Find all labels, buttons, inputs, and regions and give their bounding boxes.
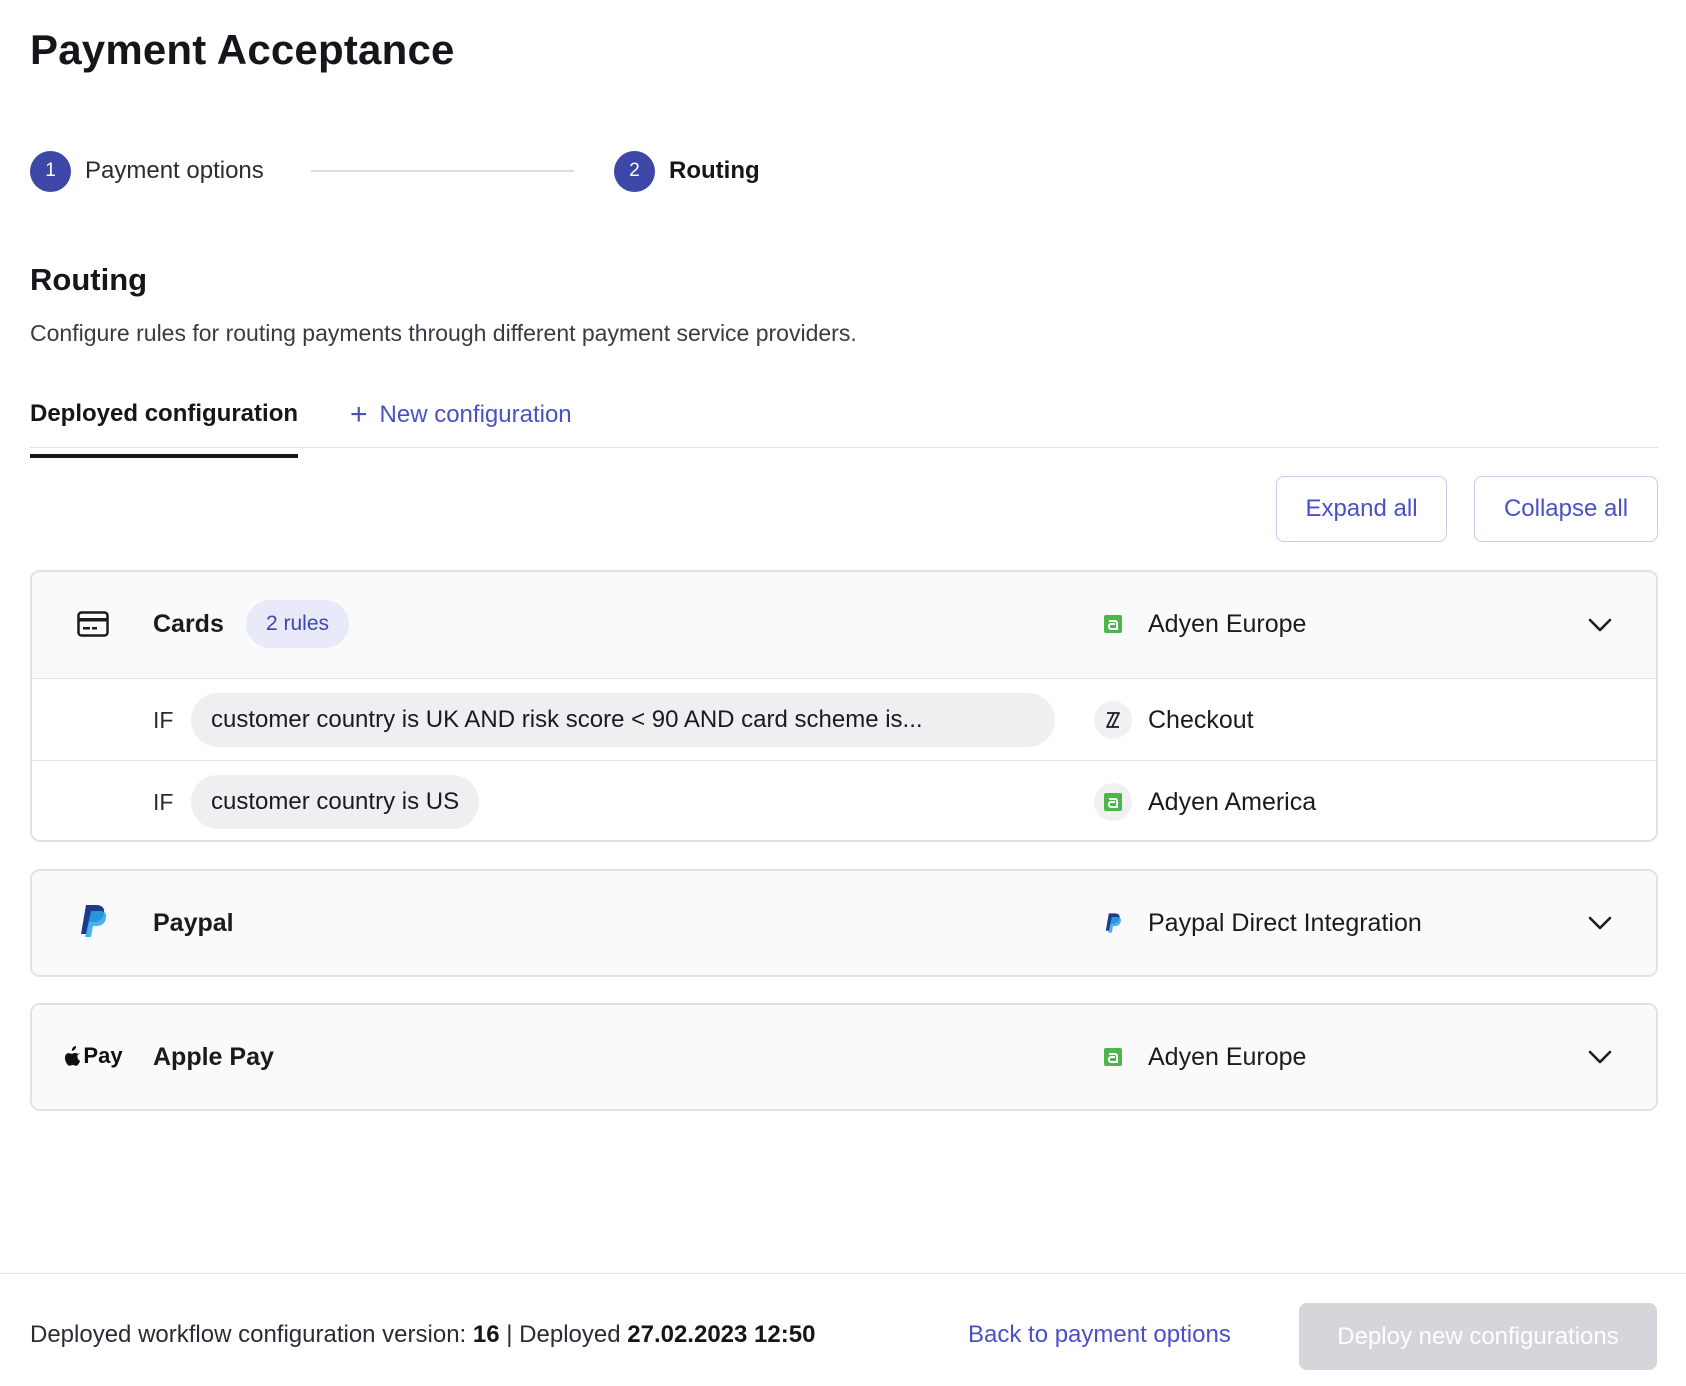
stepper-connector [311, 170, 574, 172]
step-number-badge: 1 [30, 150, 71, 192]
if-label: IF [153, 707, 174, 733]
provider-name: Adyen Europe [1148, 1042, 1307, 1071]
tab-deployed-configuration[interactable]: Deployed configuration [30, 400, 299, 458]
rules-count-badge: 2 rules [246, 600, 350, 648]
step-label: Payment options [85, 157, 264, 184]
routing-rule-row[interactable]: IF customer country is UK AND risk score… [32, 678, 1656, 760]
apple-pay-text: Pay [83, 1043, 123, 1068]
rule-condition: customer country is UK AND risk score < … [191, 693, 1055, 747]
version-label: Deployed workflow configuration version: [30, 1321, 467, 1348]
provider: Adyen Europe [1094, 605, 1306, 643]
chevron-down-icon[interactable] [1586, 611, 1614, 639]
provider: Checkout [1094, 701, 1254, 739]
credit-card-icon [76, 607, 110, 641]
payment-method-name: Cards [153, 610, 224, 638]
payment-method-name: Apple Pay [153, 1043, 274, 1071]
chevron-down-icon[interactable] [1586, 909, 1614, 937]
if-label: IF [153, 789, 174, 815]
deployed-timestamp: 27.02.2023 12:50 [627, 1321, 816, 1348]
payment-method-name: Paypal [153, 909, 234, 937]
adyen-logo-icon [1094, 605, 1132, 643]
footer-bar: Deployed workflow configuration version:… [0, 1273, 1686, 1386]
adyen-logo-icon [1094, 783, 1132, 821]
adyen-logo-icon [1094, 1038, 1132, 1076]
payment-method-apple-pay: Pay Apple Pay Adyen Europe [30, 1003, 1658, 1111]
deployment-info: Deployed workflow configuration version:… [30, 1321, 815, 1349]
page-title: Payment Acceptance [30, 26, 455, 73]
routing-rule-row[interactable]: IF customer country is US Adyen America [32, 760, 1656, 840]
provider-name: Paypal Direct Integration [1148, 908, 1422, 937]
paypal-logo-icon [1094, 904, 1132, 942]
payment-method-header[interactable]: Paypal Paypal Direct Integration [32, 871, 1656, 975]
payment-method-cards: Cards 2 rules Adyen Europe IF customer c… [30, 570, 1658, 842]
provider: Adyen America [1094, 783, 1316, 821]
info-separator: | [506, 1321, 513, 1348]
tab-label: New configuration [379, 401, 572, 428]
back-to-payment-options-link[interactable]: Back to payment options [968, 1321, 1231, 1349]
collapse-all-button[interactable]: Collapse all [1474, 476, 1658, 542]
step-number-badge: 2 [614, 150, 655, 192]
deployed-label: Deployed [519, 1321, 621, 1348]
chevron-down-icon[interactable] [1586, 1043, 1614, 1071]
step-label: Routing [669, 157, 760, 184]
paypal-logo-icon [76, 904, 110, 938]
provider: Paypal Direct Integration [1094, 904, 1422, 942]
step-payment-options[interactable]: 1 Payment options [30, 150, 264, 192]
tab-new-configuration[interactable]: + New configuration [350, 400, 572, 430]
step-routing[interactable]: 2 Routing [614, 150, 760, 192]
section-description: Configure rules for routing payments thr… [30, 320, 857, 346]
payment-method-paypal: Paypal Paypal Direct Integration [30, 869, 1658, 977]
provider-name: Checkout [1148, 705, 1254, 734]
stepper: 1 Payment options 2 Routing [30, 150, 790, 192]
deploy-new-configurations-button[interactable]: Deploy new configurations [1299, 1303, 1657, 1370]
version-number: 16 [472, 1321, 500, 1348]
provider: Adyen Europe [1094, 1038, 1306, 1076]
provider-name: Adyen America [1148, 787, 1317, 816]
provider-name: Adyen Europe [1148, 609, 1307, 638]
configuration-tabs: Deployed configuration + New configurati… [30, 390, 1658, 458]
rule-condition: customer country is US [191, 775, 480, 829]
payment-method-header[interactable]: Pay Apple Pay Adyen Europe [32, 1005, 1656, 1109]
apple-pay-logo-icon: Pay [64, 1039, 124, 1073]
checkout-logo-icon [1094, 701, 1132, 739]
plus-icon: + [350, 398, 368, 431]
payment-method-header[interactable]: Cards 2 rules Adyen Europe [32, 572, 1656, 678]
section-title: Routing [30, 262, 148, 297]
expand-all-button[interactable]: Expand all [1276, 476, 1447, 542]
